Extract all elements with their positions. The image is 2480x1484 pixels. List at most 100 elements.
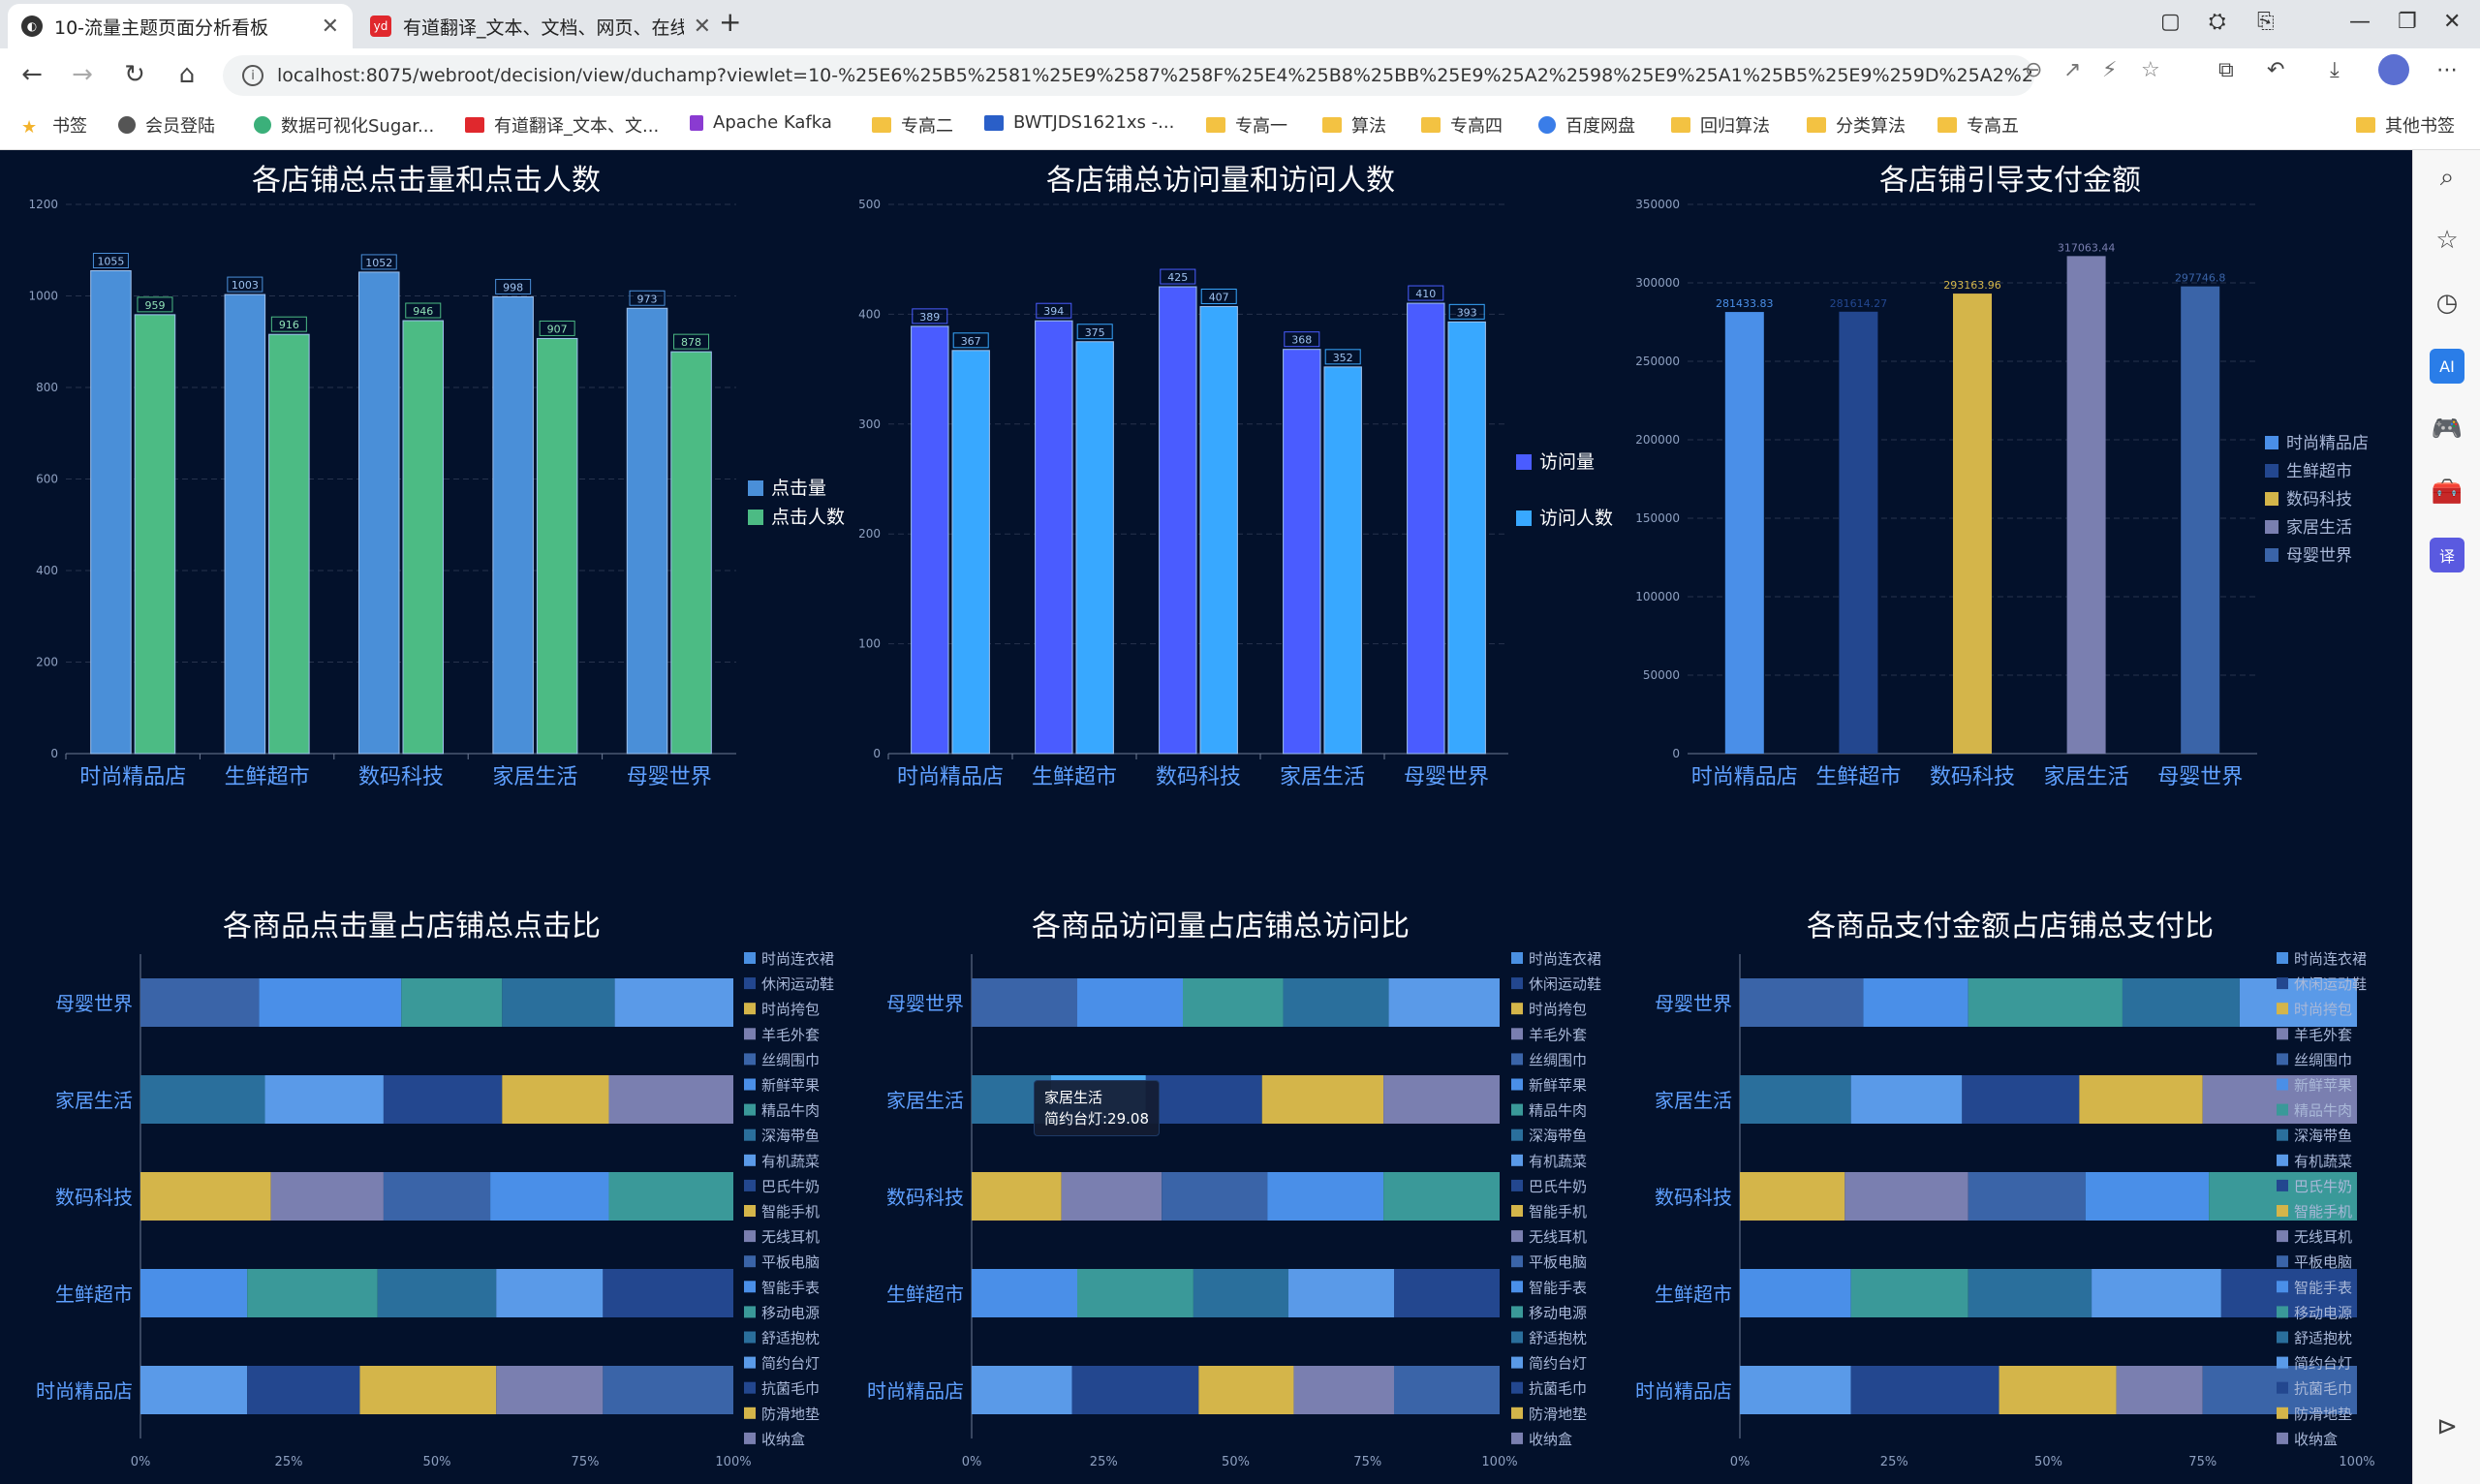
- legend-swatch: [1511, 1003, 1523, 1015]
- home-icon[interactable]: ⌂: [170, 60, 203, 89]
- stack-segment: [140, 1075, 265, 1124]
- x-tick-label: 25%: [1880, 1455, 1908, 1469]
- x-tick-label: 时尚精品店: [79, 765, 186, 789]
- folder-icon: [1938, 117, 1957, 133]
- toolbox-icon[interactable]: 🧰: [2430, 475, 2464, 510]
- visit-share-stacked-chart: 0% 25% 50% 75% 100% 母婴世界家居生活数码科技生鲜超市时尚精品店 时尚连衣…: [867, 950, 1601, 1469]
- bookmark-star-icon[interactable]: ☆: [2141, 58, 2160, 82]
- zoom-icon[interactable]: ⊖: [2025, 58, 2042, 82]
- collapse-sidebar-icon[interactable]: ⊳: [2430, 1409, 2464, 1444]
- stack-segment: [2116, 1366, 2203, 1414]
- legend-label: 移动电源: [1529, 1304, 1587, 1321]
- ai-icon[interactable]: AI: [2430, 349, 2464, 384]
- y-tick-label: 500: [858, 198, 881, 211]
- bar: [1953, 294, 1992, 754]
- bookmark-item[interactable]: 有道翻译_文本、文...: [465, 112, 659, 138]
- extensions-puzzle-icon[interactable]: ⧉: [2218, 58, 2234, 82]
- bookmark-item[interactable]: 百度网盘: [1538, 112, 1635, 138]
- visit-share-chart-panel: 各商品访问量占店铺总访问比 0% 25% 50% 75% 100% 母婴世界 家居生活 数码科…: [819, 896, 1623, 1484]
- dashboard: 各店铺总点击量和点击人数 0 200 400 600 800 1000 1200 时尚精品店 1…: [0, 150, 2412, 1484]
- bookmark-item[interactable]: 会员登陆: [118, 112, 215, 138]
- x-tick-label: 数码科技: [1156, 765, 1241, 789]
- bar: [1447, 321, 1486, 755]
- other-bookmarks[interactable]: 其他书签: [2356, 112, 2455, 138]
- bookmark-item[interactable]: Apache Kafka: [690, 112, 832, 133]
- legend-label: 母婴世界: [2286, 546, 2352, 566]
- bookmark-folder[interactable]: 专高五: [1938, 112, 2019, 138]
- stack-segment: [359, 1366, 497, 1414]
- bookmark-folder[interactable]: 算法: [1322, 112, 1386, 138]
- translate-icon[interactable]: 译: [2430, 538, 2464, 572]
- legend-swatch: [744, 1205, 756, 1217]
- bar: [1839, 311, 1878, 754]
- close-window-icon[interactable]: ✕: [2443, 10, 2461, 34]
- minimize-icon[interactable]: —: [2349, 10, 2371, 34]
- back-icon[interactable]: ←: [16, 60, 48, 89]
- data-label: 317063.44: [2058, 241, 2116, 254]
- legend-swatch: [2265, 436, 2278, 449]
- x-tick-label: 50%: [1222, 1455, 1250, 1469]
- more-menu-icon[interactable]: ⋯: [2436, 58, 2458, 82]
- youdao-favicon-icon: yd: [370, 15, 391, 37]
- legend-swatch: [1511, 1356, 1523, 1369]
- legend-swatch: [744, 952, 756, 964]
- stack-segment: [1850, 1075, 1963, 1124]
- legend-swatch: [1511, 1281, 1523, 1293]
- history-icon[interactable]: ◷: [2430, 286, 2464, 321]
- bookmark-item[interactable]: 数据可视化Sugar...: [254, 112, 434, 138]
- bookmark-folder[interactable]: 专高二: [872, 112, 953, 138]
- x-tick-label: 母婴世界: [2157, 765, 2243, 789]
- x-tick-label: 100%: [2339, 1455, 2374, 1469]
- x-tick-label: 母婴世界: [1404, 765, 1489, 789]
- share-page-icon[interactable]: ↗: [2063, 58, 2081, 82]
- share-icon[interactable]: ⎘: [2257, 10, 2275, 34]
- legend-swatch: [748, 510, 763, 525]
- bookmark-item[interactable]: BWTJDS1621xs -...: [984, 112, 1174, 133]
- y-tick-label: 1200: [28, 198, 58, 211]
- flash-icon[interactable]: ⚡: [2102, 58, 2117, 82]
- legend-swatch: [1511, 952, 1523, 964]
- stack-segment: [1162, 1172, 1268, 1221]
- maximize-icon[interactable]: ❐: [2398, 10, 2417, 34]
- stack-segment: [1844, 1172, 1968, 1221]
- legend-label: 访问人数: [1539, 508, 1613, 529]
- legend-label: 巴氏牛奶: [2294, 1178, 2352, 1195]
- stack-segment: [247, 1366, 360, 1414]
- search-icon[interactable]: ⌕: [2430, 160, 2464, 195]
- tab-youdao[interactable]: yd 有道翻译_文本、文档、网页、在线... ✕: [356, 4, 725, 48]
- stack-segment: [2092, 1269, 2221, 1317]
- legend-label: 羊毛外套: [2294, 1026, 2352, 1043]
- bookmark-folder[interactable]: 专高一: [1206, 112, 1287, 138]
- site-info-icon[interactable]: i: [242, 65, 264, 86]
- game-icon[interactable]: 🎮: [2430, 412, 2464, 447]
- tab-dashboard[interactable]: ◐ 10-流量主题页面分析看板 ✕: [8, 4, 353, 48]
- x-tick-label: 0%: [1730, 1455, 1751, 1469]
- favorites-icon[interactable]: ☆: [2430, 223, 2464, 258]
- legend-swatch: [744, 1179, 756, 1191]
- new-tab-button[interactable]: +: [719, 6, 741, 38]
- legend-label: 深海带鱼: [761, 1128, 820, 1145]
- download-icon[interactable]: ⤓: [2330, 58, 2340, 82]
- bookmark-folder[interactable]: 专高四: [1421, 112, 1503, 138]
- stack-segment: [1740, 1269, 1851, 1317]
- tab-title: 有道翻译_文本、文档、网页、在线...: [403, 16, 684, 39]
- bookmark-folder[interactable]: 回归算法: [1671, 112, 1770, 138]
- legend-label: 收纳盒: [2294, 1431, 2338, 1448]
- legend-label: 精品牛肉: [761, 1102, 820, 1120]
- avatar[interactable]: [2378, 54, 2409, 85]
- close-tab-icon[interactable]: ✕: [694, 15, 711, 39]
- forward-icon[interactable]: →: [66, 60, 99, 89]
- x-tick-label: 家居生活: [1280, 765, 1365, 789]
- extensions-icon[interactable]: ⛭: [2209, 10, 2226, 34]
- stack-segment: [1999, 1366, 2117, 1414]
- bookmark-folder[interactable]: 分类算法: [1807, 112, 1906, 138]
- undo-icon[interactable]: ↶: [2267, 58, 2284, 82]
- payment-bar-chart: 0 50000 100000 150000 200000 250000 300000 3500…: [1635, 198, 2369, 789]
- legend-swatch: [1511, 1306, 1523, 1318]
- close-tab-icon[interactable]: ✕: [322, 15, 339, 39]
- bookmark-item[interactable]: ★ 书签: [21, 112, 87, 138]
- address-bar[interactable]: i localhost:8075/webroot/decision/view/d…: [223, 55, 2034, 96]
- tab-actions-icon[interactable]: ▢: [2160, 10, 2181, 34]
- legend-swatch: [1511, 1103, 1523, 1116]
- reload-icon[interactable]: ↻: [118, 60, 151, 89]
